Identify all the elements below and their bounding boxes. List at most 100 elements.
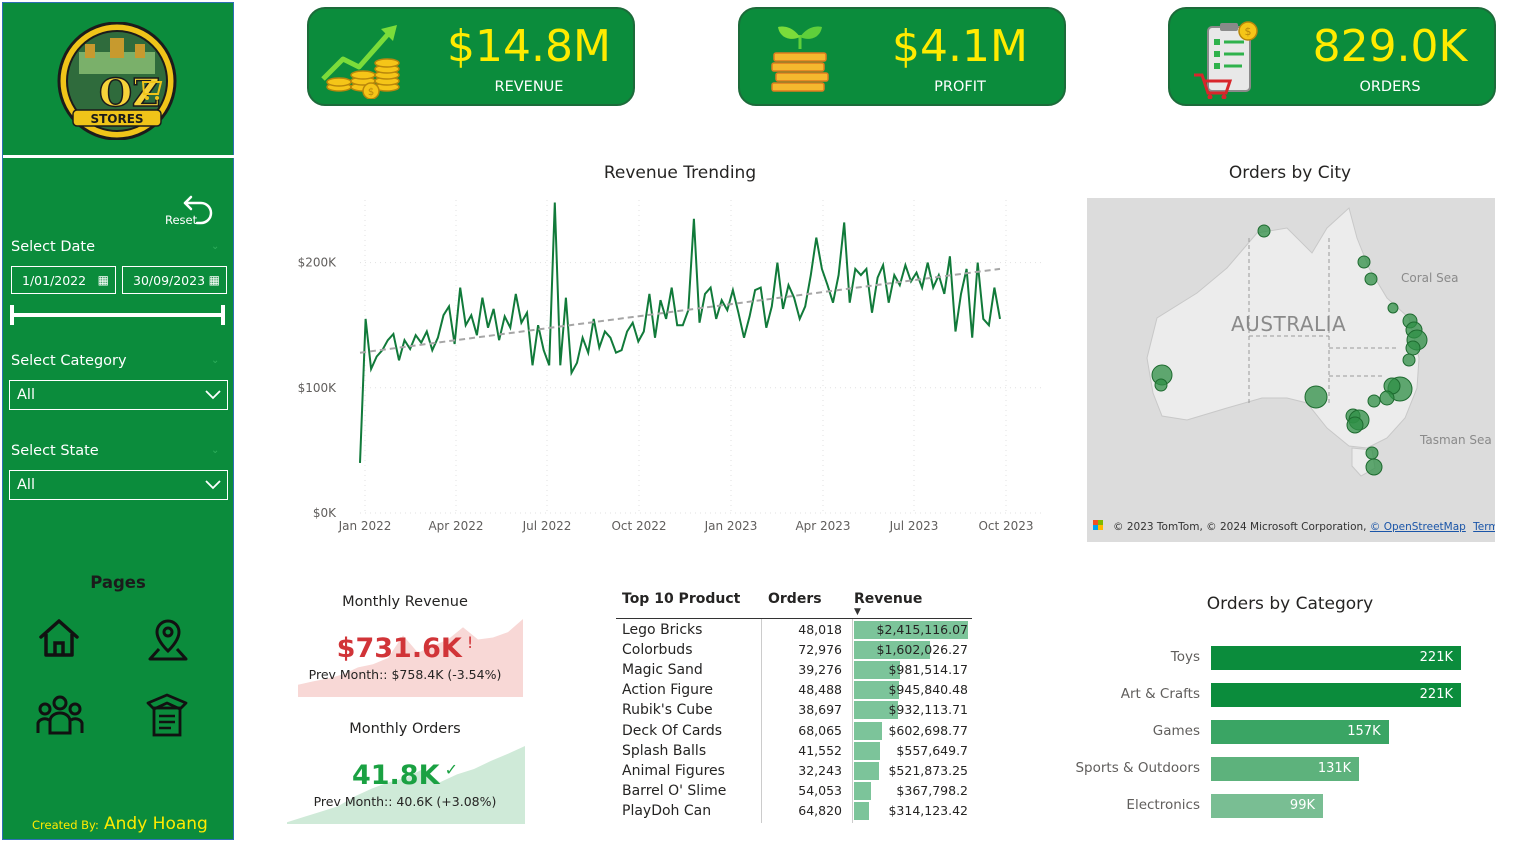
table-row[interactable]: Action Figure 48,488 $945,840.48 [616,680,976,700]
table-row[interactable]: Animal Figures 32,243 $521,873.25 [616,761,976,781]
y-tick-label: $0K [313,506,337,520]
category-dropdown[interactable]: All [9,380,228,410]
logo-divider [3,155,235,158]
table-row[interactable]: Colorbuds 72,976 $1,602,026.27 [616,640,976,660]
y-tick-label: $200K [298,256,338,270]
home-icon[interactable] [37,617,81,659]
table-row[interactable]: Magic Sand 39,276 $981,514.17 [616,660,976,680]
calendar-icon: ▦ [97,273,109,287]
orders-cell: 38,697 [798,702,842,718]
product-name-cell: Barrel O' Slime [622,782,727,799]
state-dropdown[interactable]: All [9,470,228,500]
orders-clipboard-icon: $ [1194,21,1258,99]
sort-descending-icon[interactable]: ▼ [854,607,861,617]
slider-track [12,313,222,317]
orders-kpi-label: ORDERS [1359,79,1421,95]
orders-cell: 32,243 [798,762,842,778]
openstreetmap-link[interactable]: © OpenStreetMap [1370,521,1466,533]
map-attribution: © 2023 TomTom, © 2024 Microsoft Corporat… [1113,521,1495,533]
revenue-cell: $314,123.42 [888,802,968,818]
monthly-revenue-value: $731.6K [336,633,462,664]
select-date-collapse-icon[interactable]: ⌄ [211,241,219,252]
revenue-cell: $1,602,026.27 [876,642,968,658]
pages-label: Pages [90,573,146,592]
category-label: Games [1152,723,1200,739]
customers-group-icon[interactable] [35,693,85,737]
category-dropdown-value: All [17,387,35,403]
category-bar[interactable]: 131K [1211,757,1360,781]
revenue-cell: $521,873.25 [888,762,968,778]
oz-stores-logo: OZ STORES [55,21,179,141]
select-date-label: Select Date [11,239,95,255]
col-header-orders[interactable]: Orders [768,591,822,607]
reset-button[interactable]: Reset [163,189,223,229]
orders-by-city-map[interactable]: AUSTRALIA Coral Sea Tasman Sea © 2023 To… [1087,198,1495,542]
monthly-orders-prev: Prev Month:: 40.6K (+3.08%) [313,794,497,809]
revenue-series-line [359,202,1001,463]
revenue-cell: $945,840.48 [888,682,968,698]
orders-kpi-value: 829.0K [1312,21,1468,72]
table-row[interactable]: Deck Of Cards 68,065 $602,698.77 [616,721,976,741]
select-state-label: Select State [11,443,99,459]
revenue-growth-icon: $ [321,25,400,99]
category-label: Art & Crafts [1120,686,1200,702]
category-label: Sports & Outdoors [1075,760,1200,776]
product-name-cell: Action Figure [622,682,714,699]
select-category-label: Select Category [11,353,127,369]
logo-text-stores: STORES [90,112,143,126]
select-state-collapse-icon[interactable]: ⌄ [211,445,219,456]
category-bar[interactable]: 157K [1211,720,1389,744]
revenue-trending-chart: $0K $100K $200K Jan 2022 Apr 2022 Jul 2022 Oct… [298,200,1045,533]
profit-plant-icon [771,26,829,92]
category-bar[interactable]: 99K [1211,794,1323,818]
profit-kpi-card: $4.1M PROFIT [738,7,1066,106]
start-date-input[interactable]: 1/01/2022 ▦ [11,266,116,294]
top-products-table: Top 10 Product Orders Revenue ▼ Lego Bri… [616,588,976,824]
x-tick-label: Jul 2022 [522,519,572,533]
sidebar: OZ STORES Reset Select Date ⌄ 1/01/2022 … [2,2,235,840]
product-name-cell: Deck Of Cards [622,722,723,739]
revenue-cell: $932,113.71 [888,702,968,718]
product-name-cell: Rubik's Cube [622,702,713,719]
table-row[interactable]: Rubik's Cube 38,697 $932,113.71 [616,700,976,720]
x-tick-label: Apr 2023 [795,519,850,533]
product-name-cell: Animal Figures [622,762,725,779]
orders-check-icon: ✓ [444,760,459,779]
slider-end-handle[interactable] [221,305,225,325]
end-date-input[interactable]: 30/09/2023 ▦ [122,266,227,294]
chevron-down-icon [205,390,221,400]
x-tick-label: Apr 2022 [428,519,483,533]
svg-text:$: $ [368,87,374,98]
date-range-slider[interactable] [10,305,226,325]
col-header-revenue[interactable]: Revenue [854,591,922,607]
table-header-divider [616,618,972,619]
col-header-product[interactable]: Top 10 Product [622,591,740,607]
end-date-value: 30/09/2023 [133,272,206,288]
table-row[interactable]: PlayDoh Can 64,820 $314,123.42 [616,801,976,821]
table-row[interactable]: Splash Balls 41,552 $557,649.7 [616,741,976,761]
profit-kpi-value: $4.1M [892,21,1028,72]
revenue-cell: $2,415,116.07 [876,622,968,637]
created-by: Created By: Andy Hoang [32,814,208,834]
product-box-icon[interactable] [144,691,190,739]
category-label: Electronics [1126,797,1200,813]
y-tick-label: $100K [298,381,338,395]
revenue-warning-icon: ! [466,633,474,652]
category-bar[interactable]: 221K [1211,646,1461,670]
revenue-kpi-label: REVENUE [494,79,564,95]
select-category-collapse-icon[interactable]: ⌄ [211,355,219,366]
revenue-kpi-card: $ $14.8M REVENUE [307,7,635,106]
table-row[interactable]: Barrel O' Slime 54,053 $367,798.2 [616,781,976,801]
map-location-icon[interactable] [146,617,190,663]
category-bar[interactable]: 221K [1211,683,1461,707]
table-row[interactable]: Lego Bricks 48,018 $2,415,116.07 [616,620,976,640]
terms-link[interactable]: Terms [1473,521,1495,533]
calendar-icon: ▦ [208,273,220,287]
product-name-cell: PlayDoh Can [622,802,712,819]
x-tick-label: Jan 2022 [338,519,392,533]
microsoft-logo-icon [1093,520,1103,530]
profit-kpi-label: PROFIT [934,79,986,95]
orders-cell: 48,488 [798,682,842,698]
slider-start-handle[interactable] [10,305,14,325]
orders-cell: 68,065 [798,722,842,738]
